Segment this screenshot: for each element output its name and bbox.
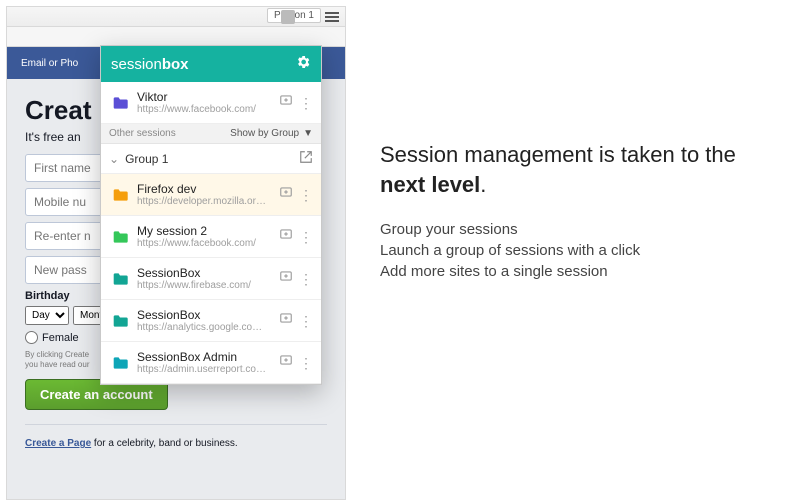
- chevron-down-icon: ▼: [303, 128, 313, 139]
- session-url: https://www.facebook.com/: [137, 238, 271, 249]
- chevron-down-icon[interactable]: ⌄: [109, 152, 119, 166]
- brand-prefix: session: [111, 56, 162, 73]
- session-url: https://admin.userreport.co…: [137, 364, 271, 375]
- create-page-text: for a celebrity, band or business.: [91, 438, 238, 449]
- other-sessions-label: Other sessions: [109, 128, 176, 139]
- session-row[interactable]: SessionBox Adminhttps://admin.userreport…: [101, 342, 321, 384]
- folder-icon: [111, 314, 129, 328]
- hamburger-icon[interactable]: [325, 10, 339, 24]
- open-new-tab-icon[interactable]: [279, 93, 293, 112]
- session-title: My session 2: [137, 224, 271, 238]
- group-name: Group 1: [125, 152, 168, 166]
- session-title: SessionBox Admin: [137, 350, 271, 364]
- other-sessions-bar: Other sessions Show by Group ▼: [101, 124, 321, 144]
- folder-icon: [111, 188, 129, 202]
- kebab-icon[interactable]: ⋮: [299, 96, 313, 110]
- marketing-copy: Session management is taken to the next …: [380, 140, 780, 284]
- brand: sessionbox: [111, 56, 189, 73]
- folder-icon: [111, 356, 129, 370]
- radio-icon[interactable]: [25, 331, 38, 344]
- session-url: https://analytics.google.co…: [137, 322, 271, 333]
- session-url: https://developer.mozilla.or…: [137, 196, 271, 207]
- session-title: SessionBox: [137, 308, 271, 322]
- gender-female-label: Female: [42, 332, 79, 344]
- session-title: Viktor: [137, 90, 271, 104]
- open-new-tab-icon[interactable]: [279, 311, 293, 330]
- show-by-dropdown[interactable]: Show by Group ▼: [230, 128, 313, 139]
- open-new-tab-icon[interactable]: [279, 227, 293, 246]
- kebab-icon[interactable]: ⋮: [299, 356, 313, 370]
- feature-line: Group your sessions: [380, 221, 780, 238]
- session-text: SessionBoxhttps://www.firebase.com/: [137, 266, 271, 291]
- browser-toolbar: [7, 27, 345, 47]
- top-sessions-list: Viktorhttps://www.facebook.com/ ⋮: [101, 82, 321, 124]
- session-text: Viktorhttps://www.facebook.com/: [137, 90, 271, 115]
- headline: Session management is taken to the next …: [380, 140, 780, 199]
- sessionbox-popup: sessionbox Viktorhttps://www.facebook.co…: [100, 45, 322, 385]
- session-row[interactable]: SessionBoxhttps://analytics.google.co… ⋮: [101, 300, 321, 342]
- session-text: SessionBoxhttps://analytics.google.co…: [137, 308, 271, 333]
- kebab-icon[interactable]: ⋮: [299, 272, 313, 286]
- email-label: Email or Pho: [21, 58, 78, 69]
- open-new-tab-icon[interactable]: [279, 353, 293, 372]
- group-sessions-list: Firefox devhttps://developer.mozilla.or……: [101, 174, 321, 384]
- popup-header: sessionbox: [101, 46, 321, 82]
- session-title: Firefox dev: [137, 182, 271, 196]
- folder-icon: [111, 230, 129, 244]
- brand-suffix: box: [162, 56, 189, 73]
- open-new-tab-icon[interactable]: [279, 185, 293, 204]
- feature-line: Launch a group of sessions with a click: [380, 242, 780, 259]
- session-row[interactable]: Firefox devhttps://developer.mozilla.or……: [101, 174, 321, 216]
- extension-icon[interactable]: [281, 10, 295, 24]
- feature-line: Add more sites to a single session: [380, 263, 780, 280]
- session-row[interactable]: SessionBoxhttps://www.firebase.com/ ⋮: [101, 258, 321, 300]
- create-page-link[interactable]: Create a Page: [25, 438, 91, 449]
- folder-icon: [111, 96, 129, 110]
- session-title: SessionBox: [137, 266, 271, 280]
- folder-icon: [111, 272, 129, 286]
- group-header[interactable]: ⌄ Group 1: [101, 144, 321, 174]
- session-text: SessionBox Adminhttps://admin.userreport…: [137, 350, 271, 375]
- kebab-icon[interactable]: ⋮: [299, 314, 313, 328]
- kebab-icon[interactable]: ⋮: [299, 230, 313, 244]
- session-url: https://www.firebase.com/: [137, 280, 271, 291]
- session-text: Firefox devhttps://developer.mozilla.or…: [137, 182, 271, 207]
- gear-icon[interactable]: [295, 54, 311, 74]
- divider: [25, 424, 327, 425]
- session-row[interactable]: My session 2https://www.facebook.com/ ⋮: [101, 216, 321, 258]
- session-row[interactable]: Viktorhttps://www.facebook.com/ ⋮: [101, 82, 321, 124]
- show-by-label: Show by Group: [230, 128, 299, 139]
- session-url: https://www.facebook.com/: [137, 104, 271, 115]
- open-group-icon[interactable]: [299, 150, 313, 167]
- session-text: My session 2https://www.facebook.com/: [137, 224, 271, 249]
- open-new-tab-icon[interactable]: [279, 269, 293, 288]
- birthday-day-select[interactable]: Day: [25, 306, 69, 325]
- kebab-icon[interactable]: ⋮: [299, 188, 313, 202]
